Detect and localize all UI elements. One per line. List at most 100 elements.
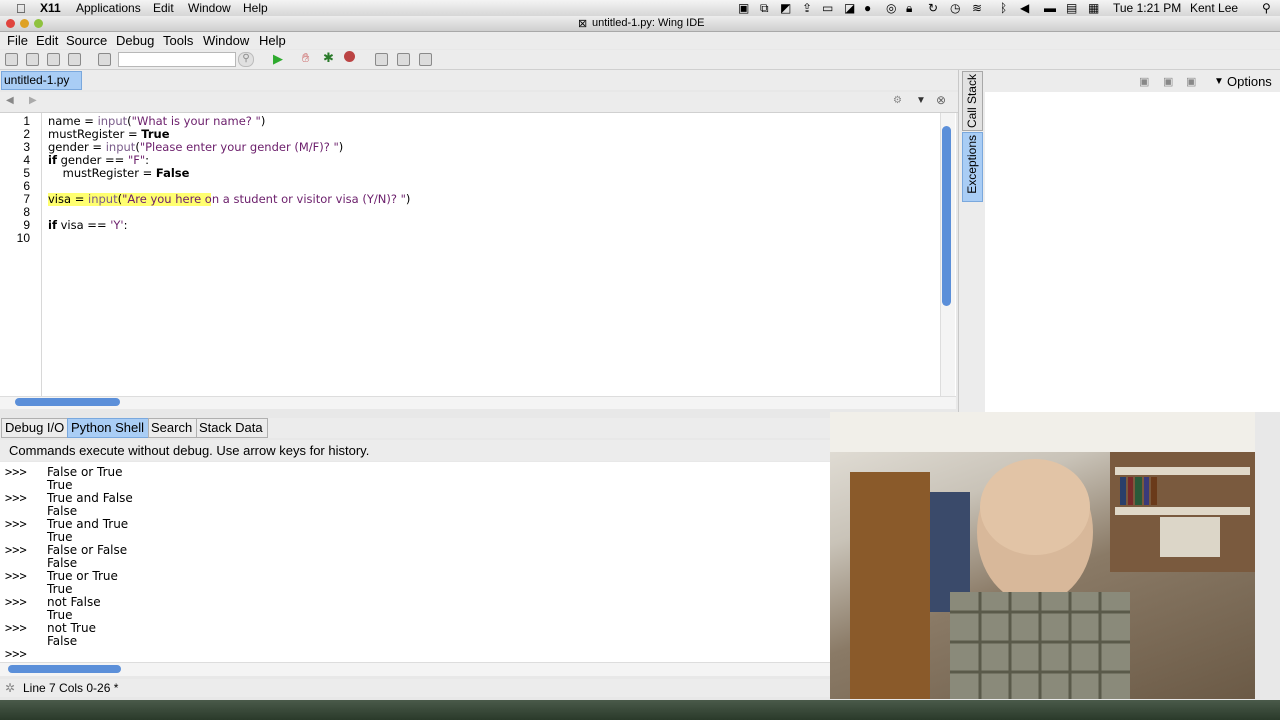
editor-vertical-scroll-thumb[interactable]	[942, 126, 951, 306]
mac-dock	[0, 700, 1280, 720]
tab-python-shell[interactable]: Python Shell	[67, 418, 149, 438]
code-token: True	[141, 127, 170, 141]
lock-icon[interactable]: 🔒︎	[906, 1, 912, 16]
mac-app-name[interactable]: X11	[40, 1, 61, 15]
mac-menubar:  X11 Applications Edit Window Help ▣ ⧉ …	[0, 0, 1280, 17]
step-over-icon[interactable]	[397, 53, 410, 66]
back-icon[interactable]: ◀	[6, 95, 14, 106]
editor-horizontal-scrollbar[interactable]	[0, 396, 956, 409]
volume-icon[interactable]: ◀︎	[1020, 1, 1029, 15]
tab-python-shell-label: Python Shell	[71, 420, 144, 435]
sync-icon[interactable]: ↻	[928, 1, 938, 15]
tray-icon[interactable]: ◎	[886, 1, 896, 15]
tab-call-stack[interactable]: Call Stack	[962, 71, 983, 131]
editor-file-tab[interactable]: untitled-1.py	[1, 71, 82, 90]
panel-icon[interactable]: ▣	[1139, 75, 1149, 88]
panel-icon[interactable]: ▣	[1163, 75, 1173, 88]
battery-icon[interactable]: ▬	[1044, 1, 1056, 15]
clock-icon[interactable]: ◷	[950, 1, 960, 15]
options-chevron-icon[interactable]: ▼	[1214, 76, 1224, 87]
code-line[interactable]: mustRegister = False	[48, 166, 190, 180]
tab-stack-data[interactable]: Stack Data	[196, 418, 268, 438]
line-number: 5	[23, 166, 30, 180]
step-into-icon[interactable]	[375, 53, 388, 66]
tray-icon[interactable]: ⇪	[802, 1, 812, 15]
shell-horizontal-scroll-thumb[interactable]	[8, 665, 121, 673]
code-line[interactable]: if gender == "F":	[48, 153, 149, 167]
menu-help[interactable]: Help	[259, 33, 286, 48]
debug-bug-icon[interactable]: ✱	[323, 50, 334, 66]
close-icon[interactable]: ⊗	[936, 93, 946, 107]
panel-icon[interactable]: ▣	[1186, 75, 1196, 88]
print-icon[interactable]	[98, 53, 111, 66]
shell-prompt: >>>	[5, 595, 27, 609]
code-line[interactable]: name = input("What is your name? ")	[48, 114, 265, 128]
shell-output: True	[47, 582, 73, 596]
shell-output: True	[47, 478, 73, 492]
shell-horizontal-scrollbar[interactable]	[0, 662, 830, 676]
menu-edit[interactable]: Edit	[36, 33, 58, 48]
chevron-down-icon[interactable]: ▼	[916, 95, 926, 106]
tab-search[interactable]: Search	[148, 418, 197, 438]
user-name[interactable]: Kent Lee	[1190, 1, 1238, 15]
run-icon[interactable]: ▶	[273, 51, 283, 67]
code-token: visa =	[48, 192, 88, 206]
menu-tools[interactable]: Tools	[163, 33, 193, 48]
bluetooth-icon[interactable]: ᛒ	[1000, 1, 1007, 15]
close-window-icon[interactable]	[6, 19, 15, 28]
clock-text[interactable]: Tue 1:21 PM	[1113, 1, 1181, 15]
record-icon[interactable]	[344, 51, 355, 62]
forward-icon[interactable]: ▶	[29, 95, 37, 106]
line-number: 8	[23, 205, 30, 219]
toolbar-search-input[interactable]	[118, 52, 236, 67]
code-token: :	[123, 218, 128, 232]
shell-input: True or True	[47, 569, 118, 583]
tray-icon[interactable]: ◩	[780, 1, 791, 15]
display-icon[interactable]: ▤	[1066, 1, 1077, 15]
code-token: visa ==	[56, 218, 111, 232]
save-file-icon[interactable]	[47, 53, 60, 66]
tray-icon[interactable]: ▣	[738, 1, 749, 15]
code-token: )	[405, 192, 411, 206]
tray-icon[interactable]: ●	[864, 1, 871, 15]
wifi-icon[interactable]: ≋	[972, 1, 982, 15]
save-all-icon[interactable]	[68, 53, 81, 66]
code-line[interactable]: if visa == 'Y':	[48, 218, 127, 232]
code-line[interactable]: visa = input("Are you here on a student …	[48, 192, 410, 206]
mac-menu-window[interactable]: Window	[188, 1, 231, 15]
open-file-icon[interactable]	[26, 53, 39, 66]
step-out-icon[interactable]	[419, 53, 432, 66]
zoom-window-icon[interactable]	[34, 19, 43, 28]
minimize-window-icon[interactable]	[20, 19, 29, 28]
mac-menu-edit[interactable]: Edit	[153, 1, 174, 15]
menu-file[interactable]: File	[7, 33, 28, 48]
menu-source[interactable]: Source	[66, 33, 107, 48]
tray-icon[interactable]: ▭	[822, 1, 833, 15]
code-token: "F"	[127, 153, 146, 167]
editor-horizontal-scroll-thumb[interactable]	[15, 398, 120, 406]
flag-icon[interactable]: ▦	[1088, 1, 1099, 15]
code-token: input	[97, 114, 128, 128]
menu-debug[interactable]: Debug	[116, 33, 154, 48]
line-number: 6	[23, 179, 30, 193]
code-token: )	[260, 114, 266, 128]
apple-icon[interactable]: 	[16, 1, 26, 16]
tray-icon[interactable]: ◪	[844, 1, 855, 15]
shell-input: True and True	[47, 517, 129, 531]
tray-icon[interactable]: ⧉	[760, 1, 769, 16]
search-icon[interactable]: ⚲	[238, 52, 254, 67]
code-line[interactable]: mustRegister = True	[48, 127, 170, 141]
stop-hand-icon[interactable]: ✋︎	[302, 50, 309, 66]
code-token: name =	[48, 114, 98, 128]
new-file-icon[interactable]	[5, 53, 18, 66]
code-line[interactable]: gender = input("Please enter your gender…	[48, 140, 343, 154]
mac-menu-help[interactable]: Help	[243, 1, 268, 15]
spotlight-icon[interactable]: ⚲	[1262, 1, 1271, 15]
mac-menu-applications[interactable]: Applications	[76, 1, 141, 15]
menu-window[interactable]: Window	[203, 33, 249, 48]
options-gear-icon[interactable]: ⚙	[893, 95, 902, 106]
options-button[interactable]: Options	[1227, 74, 1272, 89]
tab-exceptions[interactable]: Exceptions	[962, 132, 983, 202]
status-gear-icon[interactable]: ✲	[5, 681, 15, 695]
tab-debug-io[interactable]: Debug I/O	[1, 418, 68, 438]
